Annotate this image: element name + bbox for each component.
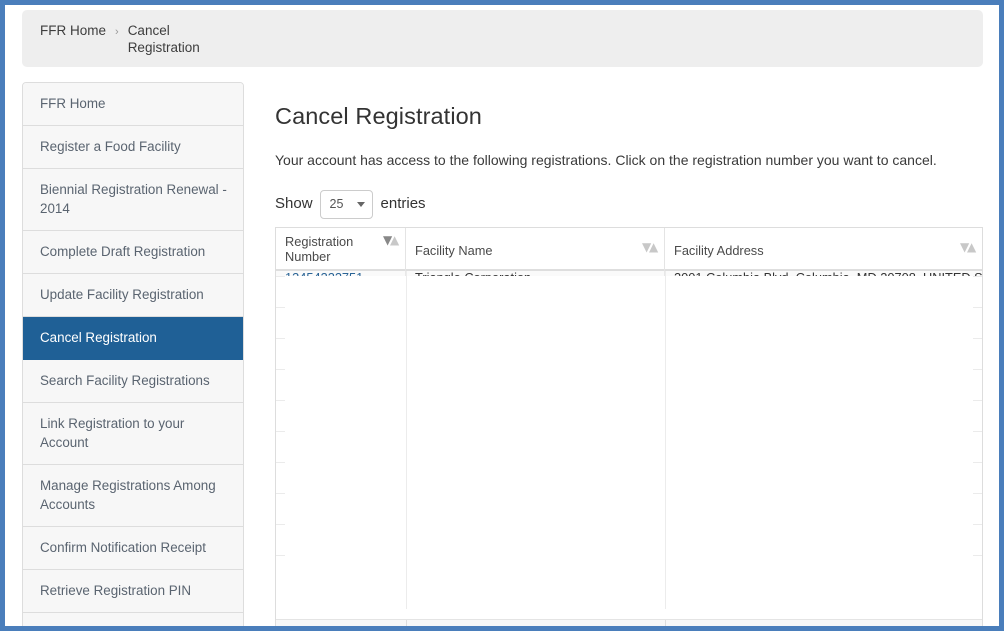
sidebar-item-register-food-facility[interactable]: Register a Food Facility [23,126,243,169]
sidebar-item-link-registration-to-account[interactable]: Link Registration to your Account [23,403,243,465]
show-label: Show [275,195,313,212]
registrations-table: Registration Number ▼▲ Facility Name ▼▲ … [275,227,983,631]
column-header-facility-address-label: Facility Address [674,243,921,258]
column-divider [665,271,666,609]
column-header-registration-number[interactable]: Registration Number ▼▲ [276,228,406,271]
column-header-registration-number-label: Registration Number [285,234,386,264]
table-body: 13454322751 Triangle Corporation 2001 Co… [276,271,982,609]
sidebar-item-ffr-home[interactable]: FFR Home [23,83,243,126]
sort-icon-facility-address[interactable]: ▼▲ [960,241,974,256]
page-description: Your account has access to the following… [275,130,983,170]
table-length-control: Show 25 entries [275,190,426,219]
sidebar-nav: FFR Home Register a Food Facility Bienni… [22,82,244,631]
sidebar-item-confirm-notification-receipt[interactable]: Confirm Notification Receipt [23,527,243,570]
column-header-facility-name[interactable]: Facility Name ▼▲ [406,228,665,271]
table-row [276,493,982,524]
sidebar-item-update-facility-registration[interactable]: Update Facility Registration [23,274,243,317]
sidebar-item-view-registration-us-agent[interactable]: View Registration (U.S. Agent only) [23,613,243,631]
table-row [276,555,982,586]
sort-icon-registration-number[interactable]: ▼▲ [383,234,397,249]
chevron-right-icon: › [115,24,119,41]
column-divider [406,271,407,609]
sort-icon-facility-name[interactable]: ▼▲ [642,241,656,256]
page-title: Cancel Registration [275,82,983,130]
breadcrumb-bar: FFR Home › Cancel Registration [22,10,983,67]
sidebar-item-complete-draft-registration[interactable]: Complete Draft Registration [23,231,243,274]
column-divider [406,620,407,631]
entries-select[interactable]: 25 [320,190,373,219]
sidebar-item-search-facility-registrations[interactable]: Search Facility Registrations [23,360,243,403]
table-row [276,524,982,555]
sidebar-item-retrieve-registration-pin[interactable]: Retrieve Registration PIN [23,570,243,613]
column-divider [665,620,666,631]
table-row [276,338,982,369]
sidebar-item-manage-registrations-among-accounts[interactable]: Manage Registrations Among Accounts [23,465,243,527]
sidebar-item-biennial-registration-renewal[interactable]: Biennial Registration Renewal - 2014 [23,169,243,231]
chevron-down-icon [357,202,365,207]
column-header-facility-address[interactable]: Facility Address ▼▲ [665,228,982,271]
sidebar-item-cancel-registration[interactable]: Cancel Registration [23,317,243,360]
table-row [276,431,982,462]
entries-select-value: 25 [330,197,344,211]
table-row [276,307,982,338]
breadcrumb-home-link[interactable]: FFR Home [40,22,106,39]
table-row [276,400,982,431]
breadcrumb: FFR Home › Cancel Registration [40,22,300,56]
table-row [276,462,982,493]
table-footer [276,619,982,630]
table-row [276,276,982,307]
main-content: Cancel Registration Your account has acc… [275,82,983,170]
column-header-facility-name-label: Facility Name [415,243,616,258]
page-frame: FFR Home › Cancel Registration FFR Home … [0,0,1004,631]
entries-label: entries [381,195,426,212]
breadcrumb-current: Cancel Registration [128,22,203,56]
table-header-row: Registration Number ▼▲ Facility Name ▼▲ … [276,228,982,271]
table-row [276,369,982,400]
